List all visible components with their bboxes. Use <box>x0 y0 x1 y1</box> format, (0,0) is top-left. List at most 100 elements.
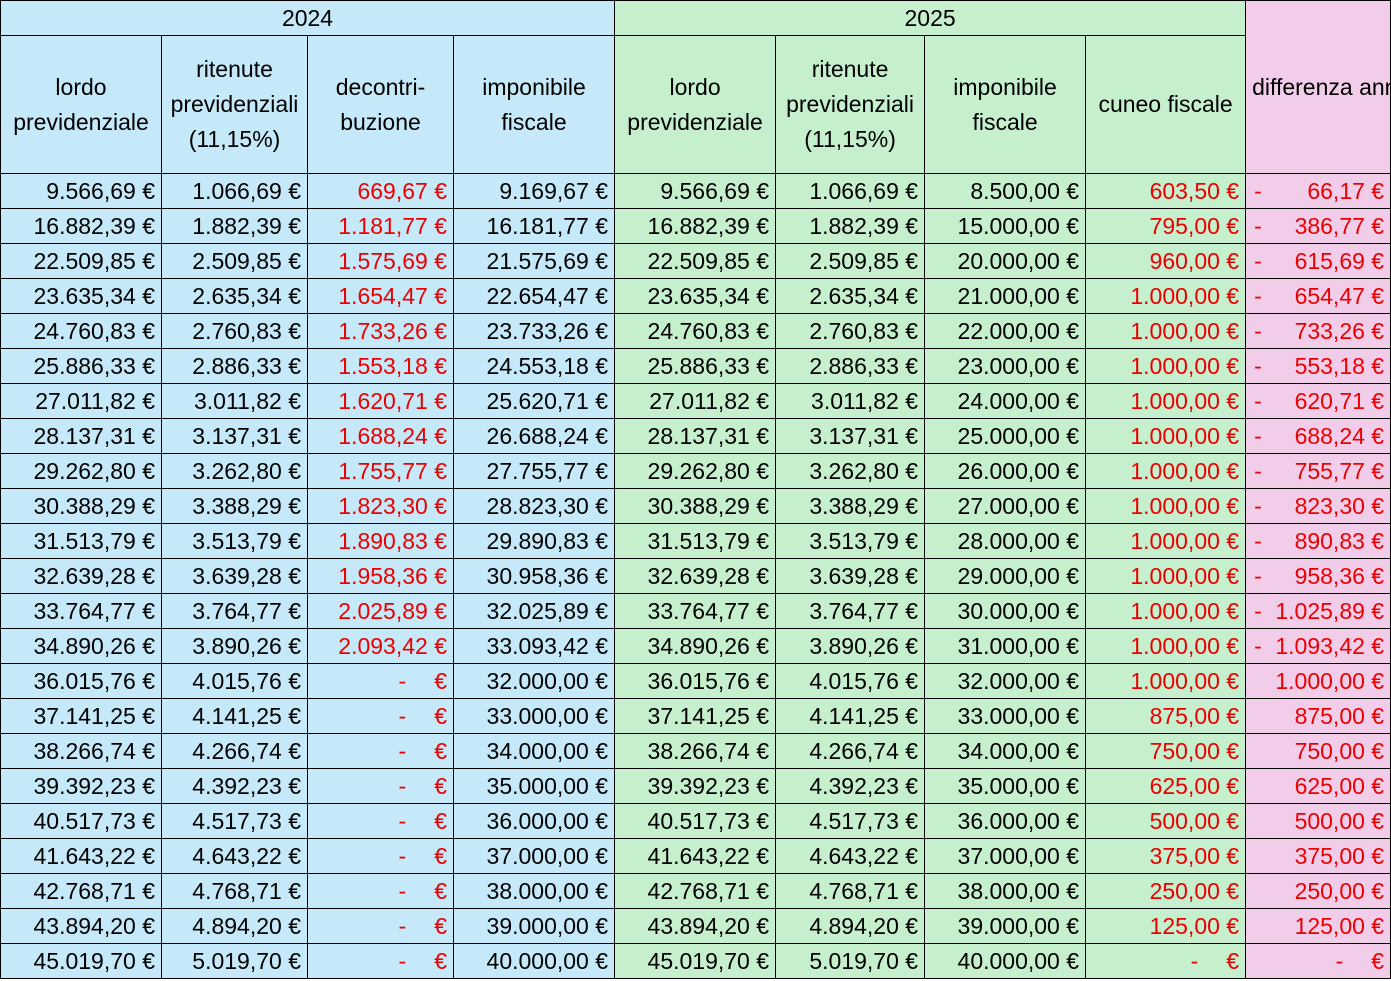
cell-decontribuzione: - € <box>307 698 454 734</box>
cell-decontribuzione: 1.958,36 € <box>307 558 454 594</box>
table-row: 33.764,77 €3.764,77 €2.025,89 €32.025,89… <box>0 593 1391 629</box>
cell-imponibile-2025: 28.000,00 € <box>924 523 1087 559</box>
cell-imponibile-2025: 39.000,00 € <box>924 908 1087 944</box>
cell-decontribuzione: 1.823,30 € <box>307 488 454 524</box>
table-row: 36.015,76 €4.015,76 € - €32.000,00 €36.015… <box>0 663 1391 699</box>
cell-imponibile-2024: 25.620,71 € <box>452 383 616 419</box>
col-header-imponibile-2024: imponibile fiscale <box>452 35 616 174</box>
cell-ritenute-2025: 3.137,31 € <box>775 418 926 454</box>
cell-differenza: -615,69 € <box>1245 243 1391 279</box>
cell-imponibile-2025: 25.000,00 € <box>924 418 1087 454</box>
cell-ritenute-2025: 3.639,28 € <box>775 558 926 594</box>
cell-lordo-2025: 23.635,34 € <box>614 278 777 314</box>
cell-lordo-2024: 30.388,29 € <box>0 488 162 524</box>
cell-ritenute-2024: 4.141,25 € <box>161 698 308 734</box>
cell-lordo-2025: 30.388,29 € <box>614 488 777 524</box>
cell-cuneo: 250,00 € <box>1085 873 1247 909</box>
cell-ritenute-2025: 3.890,26 € <box>775 628 926 664</box>
cell-lordo-2025: 24.760,83 € <box>614 313 777 349</box>
cell-cuneo: 960,00 € <box>1085 243 1247 279</box>
cell-imponibile-2025: 36.000,00 € <box>924 803 1087 839</box>
cell-ritenute-2024: 4.266,74 € <box>161 733 308 769</box>
cell-ritenute-2024: 3.388,29 € <box>161 488 308 524</box>
table-row: 43.894,20 €4.894,20 € - €39.000,00 €43.894… <box>0 908 1391 944</box>
cell-cuneo: 1.000,00 € <box>1085 383 1247 419</box>
cell-ritenute-2025: 4.392,23 € <box>775 768 926 804</box>
cell-imponibile-2024: 40.000,00 € <box>452 943 616 979</box>
cell-imponibile-2024: 37.000,00 € <box>452 838 616 874</box>
cell-cuneo: 500,00 € <box>1085 803 1247 839</box>
cell-differenza: -553,18 € <box>1245 348 1391 384</box>
cell-imponibile-2024: 29.890,83 € <box>452 523 616 559</box>
col-header-ritenute-2024: ritenute previdenziali (11,15%) <box>161 35 308 174</box>
comparison-table: 2024 2025 differenza annuale lordo previ… <box>0 0 1391 979</box>
cell-ritenute-2025: 3.262,80 € <box>775 453 926 489</box>
cell-cuneo: 1.000,00 € <box>1085 628 1247 664</box>
cell-lordo-2025: 37.141,25 € <box>614 698 777 734</box>
cell-ritenute-2024: 3.890,26 € <box>161 628 308 664</box>
year-2025-header: 2025 <box>614 0 1247 36</box>
cell-ritenute-2024: 4.894,20 € <box>161 908 308 944</box>
cell-ritenute-2024: 1.882,39 € <box>161 208 308 244</box>
cell-cuneo: 1.000,00 € <box>1085 488 1247 524</box>
table-row: 23.635,34 €2.635,34 €1.654,47 €22.654,47… <box>0 278 1391 314</box>
cell-lordo-2024: 28.137,31 € <box>0 418 162 454</box>
cell-imponibile-2025: 40.000,00 € <box>924 943 1087 979</box>
col-header-lordo-2025: lordo previdenziale <box>614 35 777 174</box>
table-row: 16.882,39 €1.882,39 €1.181,77 €16.181,77… <box>0 208 1391 244</box>
cell-lordo-2024: 42.768,71 € <box>0 873 162 909</box>
cell-imponibile-2025: 30.000,00 € <box>924 593 1087 629</box>
cell-lordo-2024: 23.635,34 € <box>0 278 162 314</box>
cell-decontribuzione: - € <box>307 838 454 874</box>
col-header-imponibile-2025: imponibile fiscale <box>924 35 1087 174</box>
cell-imponibile-2025: 23.000,00 € <box>924 348 1087 384</box>
cell-cuneo: 1.000,00 € <box>1085 523 1247 559</box>
cell-lordo-2025: 41.643,22 € <box>614 838 777 874</box>
cell-ritenute-2024: 2.760,83 € <box>161 313 308 349</box>
cell-lordo-2025: 36.015,76 € <box>614 663 777 699</box>
cell-cuneo: 1.000,00 € <box>1085 453 1247 489</box>
cell-ritenute-2025: 4.141,25 € <box>775 698 926 734</box>
cell-lordo-2025: 16.882,39 € <box>614 208 777 244</box>
cell-lordo-2024: 38.266,74 € <box>0 733 162 769</box>
cell-imponibile-2025: 35.000,00 € <box>924 768 1087 804</box>
cell-imponibile-2024: 28.823,30 € <box>452 488 616 524</box>
cell-cuneo: 603,50 € <box>1085 173 1247 209</box>
cell-ritenute-2025: 4.768,71 € <box>775 873 926 909</box>
cell-imponibile-2024: 9.169,67 € <box>452 173 616 209</box>
table-row: 34.890,26 €3.890,26 €2.093,42 €33.093,42… <box>0 628 1391 664</box>
cell-differenza: 125,00 € <box>1245 908 1391 944</box>
cell-imponibile-2025: 15.000,00 € <box>924 208 1087 244</box>
cell-ritenute-2025: 4.266,74 € <box>775 733 926 769</box>
cell-lordo-2024: 29.262,80 € <box>0 453 162 489</box>
cell-cuneo: 1.000,00 € <box>1085 593 1247 629</box>
table-body: 9.566,69 €1.066,69 €669,67 €9.169,67 €9.… <box>0 173 1391 979</box>
cell-cuneo: 795,00 € <box>1085 208 1247 244</box>
cell-ritenute-2024: 2.509,85 € <box>161 243 308 279</box>
cell-ritenute-2024: 2.886,33 € <box>161 348 308 384</box>
cell-ritenute-2024: 3.137,31 € <box>161 418 308 454</box>
cell-ritenute-2024: 3.262,80 € <box>161 453 308 489</box>
cell-differenza: -733,26 € <box>1245 313 1391 349</box>
cell-lordo-2024: 43.894,20 € <box>0 908 162 944</box>
cell-ritenute-2025: 3.513,79 € <box>775 523 926 559</box>
cell-lordo-2024: 34.890,26 € <box>0 628 162 664</box>
cell-differenza: 250,00 € <box>1245 873 1391 909</box>
cell-ritenute-2025: 4.015,76 € <box>775 663 926 699</box>
cell-lordo-2024: 45.019,70 € <box>0 943 162 979</box>
cell-imponibile-2025: 27.000,00 € <box>924 488 1087 524</box>
cell-lordo-2024: 32.639,28 € <box>0 558 162 594</box>
cell-lordo-2025: 25.886,33 € <box>614 348 777 384</box>
cell-decontribuzione: 1.575,69 € <box>307 243 454 279</box>
cell-differenza: 875,00 € <box>1245 698 1391 734</box>
cell-ritenute-2024: 5.019,70 € <box>161 943 308 979</box>
cell-cuneo: 1.000,00 € <box>1085 558 1247 594</box>
cell-differenza: -66,17 € <box>1245 173 1391 209</box>
cell-ritenute-2024: 3.639,28 € <box>161 558 308 594</box>
cell-lordo-2025: 29.262,80 € <box>614 453 777 489</box>
cell-imponibile-2024: 24.553,18 € <box>452 348 616 384</box>
cell-decontribuzione: 2.025,89 € <box>307 593 454 629</box>
cell-imponibile-2024: 39.000,00 € <box>452 908 616 944</box>
cell-cuneo: 875,00 € <box>1085 698 1247 734</box>
cell-lordo-2025: 32.639,28 € <box>614 558 777 594</box>
